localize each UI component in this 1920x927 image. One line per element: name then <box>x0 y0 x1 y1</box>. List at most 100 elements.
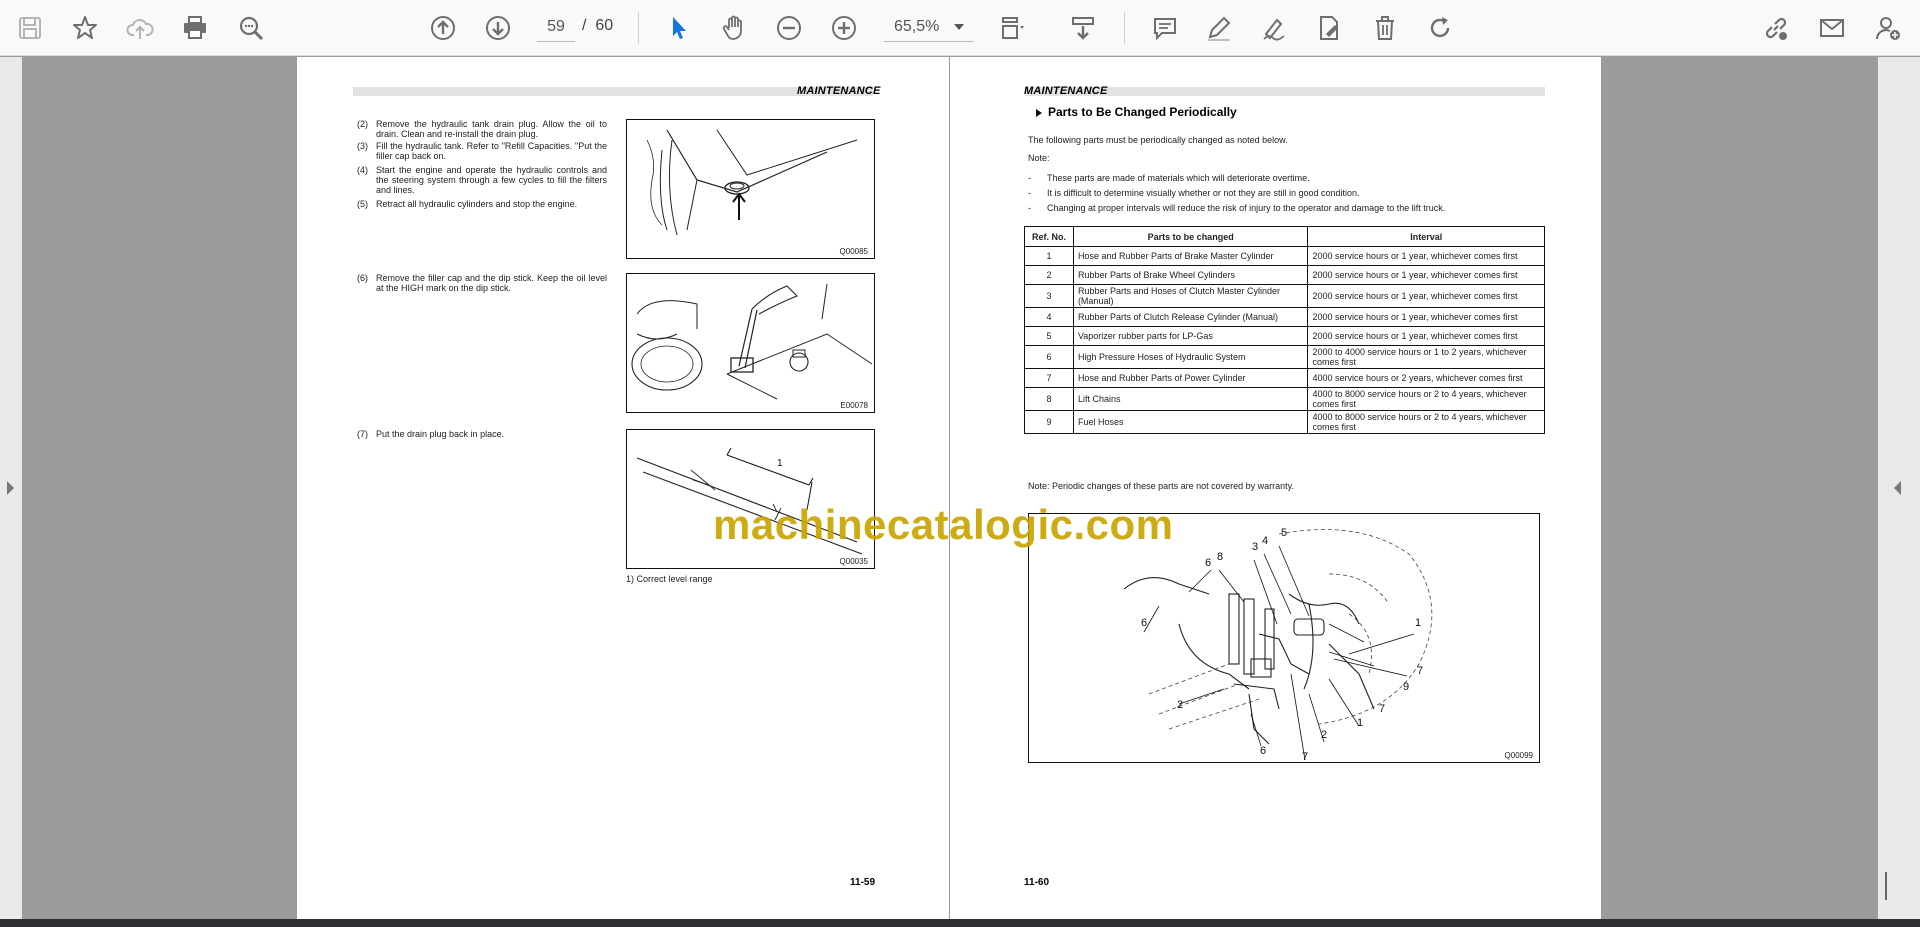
bullet-dash: - <box>1028 188 1031 198</box>
diagram-callout: 7 <box>1417 665 1423 677</box>
table-row: 3 Rubber Parts and Hoses of Clutch Master… <box>1024 284 1545 308</box>
ref-no-cell: 1 <box>1024 246 1074 266</box>
print-button[interactable] <box>175 8 215 48</box>
add-user-button[interactable] <box>1868 8 1908 48</box>
highlight-button[interactable] <box>1199 8 1239 48</box>
bullet-dash: - <box>1028 203 1031 213</box>
minus-circle-icon <box>777 16 801 40</box>
ref-no-cell: 8 <box>1024 387 1074 411</box>
cloud-upload-icon <box>126 19 154 39</box>
pen-icon <box>1208 16 1231 41</box>
bullet-text: Changing at proper intervals will reduce… <box>1047 203 1446 213</box>
part-cell: Rubber Parts of Brake Wheel Cylinders <box>1072 265 1309 285</box>
section-title-text: Parts to Be Changed Periodically <box>1048 105 1237 119</box>
note-bullet: - These parts are made of materials which… <box>1028 173 1548 183</box>
zoom-level-value: 65,5% <box>894 18 940 35</box>
window-bottom-bar <box>0 919 1920 927</box>
table-row: 7 Hose and Rubber Parts of Power Cylinder… <box>1024 368 1545 388</box>
email-button[interactable] <box>1812 8 1852 48</box>
fit-page-icon <box>1002 17 1024 39</box>
page-number-input[interactable] <box>537 12 575 42</box>
diagram-callout: 4 <box>1262 535 1268 547</box>
column-header: Parts to be changed <box>1072 226 1309 247</box>
parts-table: Ref. No. Parts to be changed Interval 1H… <box>1024 226 1545 434</box>
figure-hydraulic-tank: Q00085 <box>626 119 875 259</box>
parts-table-body: 1 Hose and Rubber Parts of Brake Master C… <box>1024 246 1545 434</box>
table-header-row: Ref. No. Parts to be changed Interval <box>1024 226 1545 247</box>
page-header: MAINTENANCE <box>797 85 881 97</box>
trash-icon <box>1376 16 1394 40</box>
figure-code: Q00035 <box>839 557 868 566</box>
step-text: Remove the hydraulic tank drain plug. Al… <box>376 119 607 139</box>
comment-icon <box>1154 18 1176 41</box>
figure-code: Q00085 <box>839 247 868 256</box>
zoom-in-button[interactable] <box>824 8 864 48</box>
diagram-callout: 6 <box>1141 617 1147 629</box>
right-panel-toggle[interactable] <box>1878 57 1920 919</box>
pan-tool-button[interactable] <box>714 8 754 48</box>
chevron-right-icon <box>7 481 14 495</box>
page-number: 11-60 <box>1024 877 1050 888</box>
select-tool-button[interactable] <box>659 8 699 48</box>
dipstick-drawing <box>631 283 873 400</box>
interval-cell: 4000 to 8000 service hours or 2 to 4 yea… <box>1307 387 1545 411</box>
toolbar-separator <box>1124 12 1125 44</box>
header-bar <box>353 87 873 96</box>
step-item: (5) Retract all hydraulic cylinders and s… <box>357 199 607 209</box>
save-icon <box>19 17 41 39</box>
ref-no-cell: 5 <box>1024 326 1074 346</box>
mail-icon <box>1820 19 1844 37</box>
share-link-button[interactable] <box>1756 8 1796 48</box>
previous-page-button[interactable] <box>423 8 463 48</box>
bullet-text: It is difficult to determine visually wh… <box>1047 188 1360 198</box>
toolbar-separator <box>638 12 639 44</box>
interval-cell: 2000 service hours or 1 year, whichever … <box>1307 265 1545 285</box>
ref-no-cell: 4 <box>1024 307 1074 327</box>
interval-cell: 4000 to 8000 service hours or 2 to 4 yea… <box>1307 410 1545 434</box>
diagram-callout: 6 <box>1205 557 1211 569</box>
lift-truck-parts-drawing: 54381667297126 7 <box>1123 527 1433 761</box>
save-button[interactable] <box>10 8 50 48</box>
next-page-button[interactable] <box>478 8 518 48</box>
figure-caption: 1) Correct level range <box>626 574 713 584</box>
pdf-page-left: MAINTENANCE (2) Remove the hydraulic tank… <box>297 57 949 919</box>
interval-cell: 2000 to 4000 service hours or 1 to 2 yea… <box>1307 345 1545 369</box>
rotate-button[interactable] <box>1420 8 1460 48</box>
diagram-callout: 7 <box>1302 751 1308 761</box>
upload-button[interactable] <box>120 8 160 48</box>
document-viewer[interactable]: MAINTENANCE (2) Remove the hydraulic tank… <box>0 57 1920 919</box>
fill-sign-button[interactable] <box>1309 8 1349 48</box>
column-header: Interval <box>1307 226 1545 247</box>
scrollbar-thumb[interactable] <box>1885 872 1887 900</box>
diagram-callout: 2 <box>1321 729 1327 741</box>
comment-button[interactable] <box>1145 8 1185 48</box>
step-item: (4) Start the engine and operate the hydr… <box>357 165 607 195</box>
step-item: (3) Fill the hydraulic tank. Refer to "Re… <box>357 141 607 161</box>
bookmark-button[interactable] <box>65 8 105 48</box>
step-text: Retract all hydraulic cylinders and stop… <box>376 199 578 209</box>
part-cell: Fuel Hoses <box>1072 410 1309 434</box>
arrow-up-circle-icon <box>431 16 455 40</box>
bullet-text: These parts are made of materials which … <box>1047 173 1310 183</box>
page-number: 11-59 <box>850 877 876 888</box>
sign-button[interactable] <box>1254 8 1294 48</box>
table-row: 6 High Pressure Hoses of Hydraulic System… <box>1024 345 1545 369</box>
add-user-icon <box>1876 17 1900 40</box>
fit-page-button[interactable] <box>993 8 1033 48</box>
zoom-out-button[interactable] <box>769 8 809 48</box>
column-header: Ref. No. <box>1024 226 1074 247</box>
left-panel-toggle[interactable] <box>0 57 22 919</box>
scroll-mode-button[interactable] <box>1063 8 1103 48</box>
step-item: (6) Remove the filler cap and the dip sti… <box>357 273 607 293</box>
hand-icon <box>722 15 742 40</box>
part-cell: Lift Chains <box>1072 387 1309 411</box>
step-item: (2) Remove the hydraulic tank drain plug.… <box>357 119 607 139</box>
step-text: Start the engine and operate the hydraul… <box>376 165 607 195</box>
diagram-callout: 8 <box>1217 551 1223 563</box>
arrow-down-circle-icon <box>486 16 510 40</box>
chevron-down-icon[interactable] <box>954 24 964 30</box>
scroll-mode-icon <box>1072 17 1094 40</box>
step-number: (7) <box>357 429 368 439</box>
delete-button[interactable] <box>1365 8 1405 48</box>
zoom-search-button[interactable] <box>231 8 271 48</box>
